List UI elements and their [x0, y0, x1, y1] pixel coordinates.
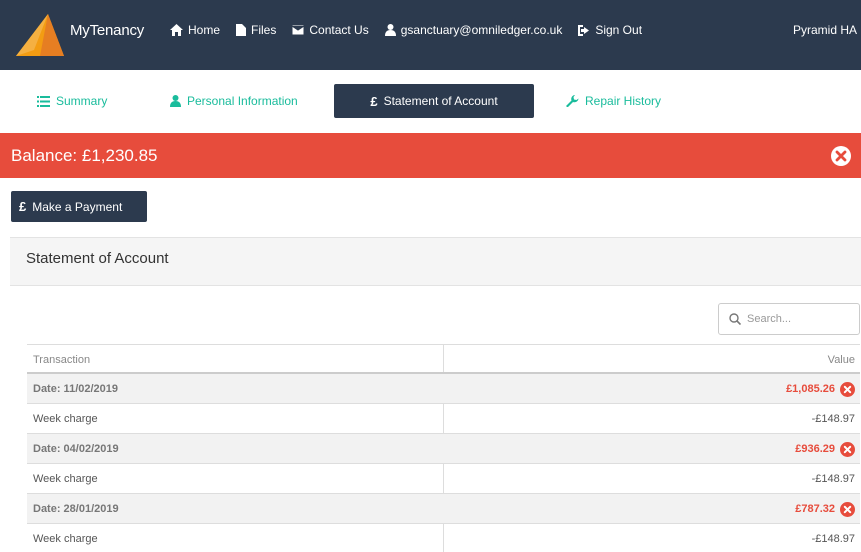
- nav-signout-label: Sign Out: [595, 23, 643, 37]
- nav-files-label: Files: [251, 23, 277, 37]
- tab-statement-label: Statement of Account: [383, 94, 498, 108]
- tab-personal-information[interactable]: Personal Information: [170, 84, 298, 118]
- tab-repair-label: Repair History: [585, 94, 662, 108]
- table-row: Week charge -£148.97: [27, 464, 860, 494]
- remove-icon[interactable]: [840, 441, 855, 457]
- date-label: Date: 11/02/2019: [33, 383, 119, 395]
- column-divider: [443, 404, 444, 433]
- column-divider: [443, 524, 444, 552]
- tab-repair-history[interactable]: Repair History: [566, 84, 661, 118]
- date-value-cell: £787.32: [795, 494, 855, 524]
- top-navbar: MyTenancy Home Files Contact Us gsanctua…: [0, 0, 861, 70]
- nav-contact-link[interactable]: Contact Us: [292, 23, 369, 37]
- pound-icon: £: [19, 199, 27, 214]
- nav-files-link[interactable]: Files: [236, 23, 276, 37]
- table-row[interactable]: Date: 04/02/2019 £936.29: [27, 434, 860, 464]
- list-icon: [37, 95, 50, 107]
- date-value-cell: £936.29: [795, 434, 855, 464]
- file-icon: [236, 24, 247, 36]
- pound-icon: £: [370, 93, 378, 109]
- panel-title: Statement of Account: [26, 250, 169, 267]
- statement-panel-header: Statement of Account: [10, 237, 861, 286]
- tab-bar: Summary Personal Information £ Statement…: [0, 84, 861, 120]
- remove-icon[interactable]: [840, 501, 855, 517]
- sign-out-icon: [578, 24, 590, 36]
- tab-summary[interactable]: Summary: [37, 84, 107, 118]
- table-header-row: Transaction Value: [27, 344, 860, 374]
- nav-user-link[interactable]: gsanctuary@omniledger.co.uk: [384, 23, 563, 37]
- table-row: Week charge -£148.97: [27, 404, 860, 434]
- mytenancy-logo[interactable]: [14, 10, 66, 62]
- date-label: Date: 04/02/2019: [33, 443, 119, 455]
- search-box[interactable]: [718, 303, 860, 335]
- search-input[interactable]: [747, 313, 847, 325]
- user-icon: [384, 24, 396, 36]
- table-row[interactable]: Date: 28/01/2019 £787.32: [27, 494, 860, 524]
- remove-icon[interactable]: [840, 381, 855, 397]
- column-divider: [443, 345, 444, 372]
- transaction-label: Week charge: [33, 473, 98, 485]
- close-icon[interactable]: [831, 146, 851, 166]
- column-divider: [443, 464, 444, 493]
- envelope-icon: [292, 25, 305, 35]
- search-icon: [729, 313, 741, 325]
- transaction-value: -£148.97: [811, 473, 855, 485]
- home-icon: [170, 24, 183, 36]
- nav-user-label: gsanctuary@omniledger.co.uk: [400, 23, 563, 37]
- nav-home-label: Home: [188, 23, 221, 37]
- transaction-label: Week charge: [33, 413, 98, 425]
- balance-amount: Balance: £1,230.85: [11, 146, 158, 165]
- statement-table: Transaction Value Date: 11/02/2019 £1,08…: [27, 344, 860, 552]
- nav-contact-label: Contact Us: [309, 23, 369, 37]
- transaction-label: Week charge: [33, 533, 98, 545]
- table-row[interactable]: Date: 11/02/2019 £1,085.26: [27, 374, 860, 404]
- transaction-value: -£148.97: [811, 533, 855, 545]
- tab-summary-label: Summary: [56, 94, 108, 108]
- table-row: Week charge -£148.97: [27, 524, 860, 552]
- user-icon: [170, 95, 181, 107]
- nav-links: Home Files Contact Us gsanctuary@omniled…: [170, 23, 642, 37]
- running-balance: £787.32: [795, 503, 835, 515]
- balance-banner: Balance: £1,230.85: [0, 133, 861, 178]
- transaction-value: -£148.97: [811, 413, 855, 425]
- organisation-name: Pyramid HA: [793, 23, 858, 37]
- running-balance: £936.29: [795, 443, 835, 455]
- wrench-icon: [566, 95, 579, 107]
- nav-signout-link[interactable]: Sign Out: [578, 23, 642, 37]
- nav-home-link[interactable]: Home: [170, 23, 220, 37]
- date-value-cell: £1,085.26: [786, 374, 855, 404]
- make-payment-button[interactable]: £ Make a Payment: [11, 191, 147, 222]
- column-header-value[interactable]: Value: [828, 345, 855, 375]
- tab-statement-of-account[interactable]: £ Statement of Account: [334, 84, 534, 118]
- running-balance: £1,085.26: [786, 383, 835, 395]
- date-label: Date: 28/01/2019: [33, 503, 119, 515]
- tab-personal-label: Personal Information: [187, 94, 298, 108]
- column-header-transaction[interactable]: Transaction: [33, 345, 90, 375]
- make-payment-label: Make a Payment: [32, 199, 123, 214]
- brand-name[interactable]: MyTenancy: [70, 22, 144, 39]
